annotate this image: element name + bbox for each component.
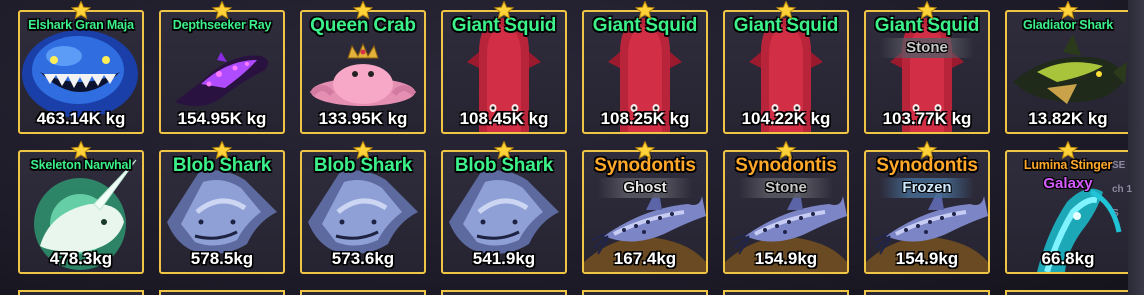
fish-weight: 133.95K kg: [318, 109, 408, 128]
fish-weight: 13.82K kg: [1028, 109, 1108, 128]
fish-weight: 154.95K kg: [177, 109, 267, 128]
favorite-star-icon: [353, 1, 373, 19]
favorite-star-icon: [776, 1, 796, 19]
fish-weight: 541.9kg: [472, 249, 536, 268]
favorite-star-icon: [1058, 141, 1078, 159]
mutation-label: Stone: [880, 38, 974, 58]
partial-card[interactable]: [723, 290, 849, 295]
fish-card[interactable]: Gladiator Shark 13.82K kg: [1005, 10, 1131, 134]
fish-card[interactable]: Lumina Stinger Galaxy 66.8kg: [1005, 150, 1131, 274]
fish-card[interactable]: Depthseeker Ray 154.95K kg: [159, 10, 285, 134]
fish-weight: 463.14K kg: [36, 109, 126, 128]
fish-card[interactable]: Elshark Gran Maja 463.14K kg: [18, 10, 144, 134]
fish-name: Skeleton Narwhal: [30, 158, 132, 172]
favorite-star-icon: [635, 141, 655, 159]
fish-name: Gladiator Shark: [1022, 18, 1114, 32]
favorite-star-icon: [71, 1, 91, 19]
fish-weight: 573.6kg: [331, 249, 395, 268]
fish-card[interactable]: Skeleton Narwhal 478.3kg: [18, 150, 144, 274]
mutation-label: Stone: [739, 178, 833, 198]
partial-card[interactable]: [300, 290, 426, 295]
fish-weight: 154.9kg: [754, 249, 818, 268]
partial-card[interactable]: [582, 290, 708, 295]
mutation-label: Ghost: [598, 178, 692, 198]
fish-card[interactable]: Giant Squid 108.25K kg: [582, 10, 708, 134]
favorite-star-icon: [494, 1, 514, 19]
fish-name: Elshark Gran Maja: [28, 18, 134, 32]
fish-weight: 108.25K kg: [600, 109, 690, 128]
fish-weight: 108.45K kg: [459, 109, 549, 128]
favorite-star-icon: [776, 141, 796, 159]
favorite-star-icon: [494, 141, 514, 159]
fish-name: Depthseeker Ray: [172, 18, 272, 32]
favorite-star-icon: [917, 141, 937, 159]
favorite-star-icon: [917, 1, 937, 19]
fish-card[interactable]: Blob Shark 573.6kg: [300, 150, 426, 274]
fish-weight: 104.22K kg: [741, 109, 831, 128]
fish-weight: 66.8kg: [1041, 249, 1095, 268]
fish-weight: 167.4kg: [613, 249, 677, 268]
fish-weight: 478.3kg: [49, 249, 113, 268]
partial-card[interactable]: [864, 290, 990, 295]
partial-card[interactable]: [159, 290, 285, 295]
fish-card[interactable]: Giant Squid 108.45K kg: [441, 10, 567, 134]
partial-card[interactable]: [1005, 290, 1131, 295]
mutation-label: Galaxy: [1043, 175, 1093, 192]
inventory-panel: Elshark Gran Maja 463.14K kg Depthseeker …: [0, 0, 1144, 295]
fish-weight: 154.9kg: [895, 249, 959, 268]
fish-weight: 578.5kg: [190, 249, 254, 268]
favorite-star-icon: [635, 1, 655, 19]
fish-card[interactable]: Blob Shark 578.5kg: [159, 150, 285, 274]
fish-card[interactable]: Queen Crab 133.95K kg: [300, 10, 426, 134]
favorite-star-icon: [212, 1, 232, 19]
favorite-star-icon: [353, 141, 373, 159]
fish-card[interactable]: Synodontis Frozen 154.9kg: [864, 150, 990, 274]
fish-name: Lumina Stinger: [1023, 158, 1113, 172]
fish-card[interactable]: Giant Squid 104.22K kg: [723, 10, 849, 134]
side-panel-edge: [1128, 0, 1144, 295]
fish-card[interactable]: Blob Shark 541.9kg: [441, 150, 567, 274]
fish-card[interactable]: Synodontis Ghost 167.4kg: [582, 150, 708, 274]
favorite-star-icon: [212, 141, 232, 159]
favorite-star-icon: [1058, 1, 1078, 19]
favorite-star-icon: [71, 141, 91, 159]
fish-card[interactable]: Giant Squid Stone 103.77K kg: [864, 10, 990, 134]
fish-weight: 103.77K kg: [882, 109, 972, 128]
mutation-label: Frozen: [880, 178, 974, 198]
fish-card[interactable]: Synodontis Stone 154.9kg: [723, 150, 849, 274]
partial-card[interactable]: [18, 290, 144, 295]
partial-card[interactable]: [441, 290, 567, 295]
